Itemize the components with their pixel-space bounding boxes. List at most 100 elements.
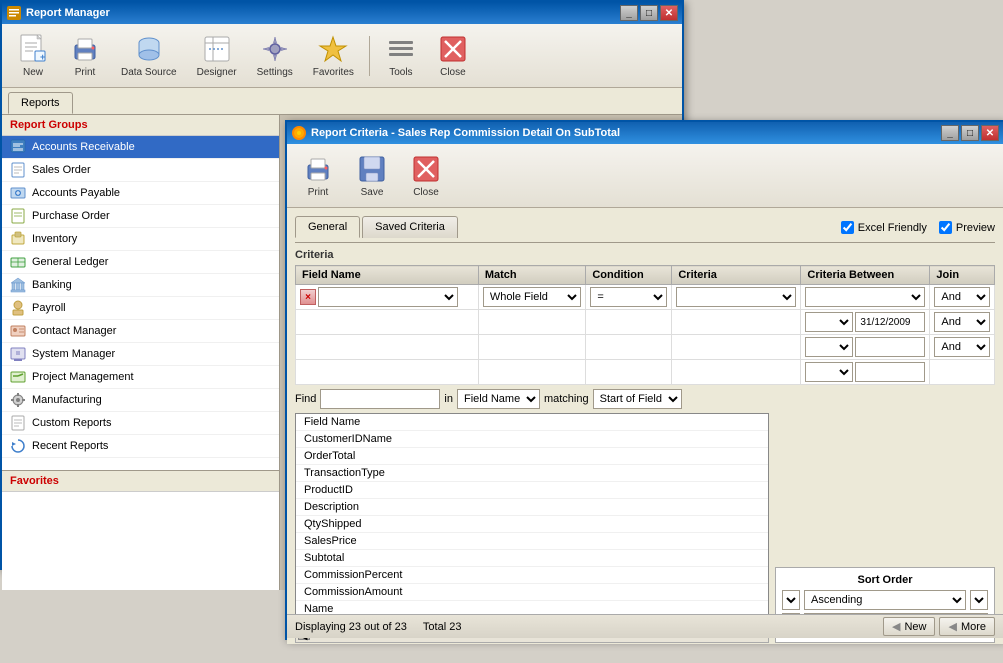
sidebar-item-ap[interactable]: Accounts Payable [2,182,279,205]
find-input[interactable] [320,389,440,409]
field-item-subtotal[interactable]: Subtotal [296,550,768,567]
sidebar-item-inv[interactable]: Inventory [2,228,279,251]
join-select-2[interactable]: And Or [934,312,990,332]
field-item-transactiontype[interactable]: TransactionType [296,465,768,482]
excel-friendly-checkbox[interactable]: Excel Friendly [841,221,927,234]
criteria-between-4[interactable] [805,362,853,382]
criteria-row-2: And Or [296,310,995,335]
sidebar-item-mfg[interactable]: Manufacturing [2,389,279,412]
sort-order-select-1-arrow[interactable]: ▼ [782,590,800,610]
criteria-maximize-button[interactable]: □ [961,125,979,141]
col-criteria-between: Criteria Between [801,266,930,285]
datasource-button[interactable]: Data Source [112,28,186,83]
sidebar-item-ar[interactable]: Accounts Receivable [2,136,279,159]
criteria-between-select[interactable] [805,287,925,307]
criteria-save-button[interactable]: Save [347,148,397,203]
row-delete-button[interactable]: × [300,289,316,305]
field-item-salesprice[interactable]: SalesPrice [296,533,768,550]
print-button[interactable]: Print [60,28,110,83]
right-panel: Sort Order ▼ Ascending Descending ▼ [775,413,995,643]
join-select[interactable]: And Or [934,287,990,307]
sidebar-item-po[interactable]: Purchase Order [2,205,279,228]
close-button[interactable]: Close [428,28,478,83]
sidebar-item-rr[interactable]: Recent Reports [2,435,279,458]
criteria-row-3: And [296,335,995,360]
sidebar-item-cr[interactable]: Custom Reports [2,412,279,435]
pm-icon [10,369,26,385]
criteria-value-select[interactable] [676,287,796,307]
tab-saved-criteria[interactable]: Saved Criteria [362,216,458,238]
criteria-toolbar: Print Save Close [287,144,1003,208]
sidebar-item-pm[interactable]: Project Management [2,366,279,389]
preview-input[interactable] [939,221,952,234]
tools-label: Tools [389,67,412,78]
field-item-fieldname[interactable]: Field Name [296,414,768,431]
sort-order-select-1[interactable]: Ascending Descending [804,590,966,610]
excel-friendly-input[interactable] [841,221,854,234]
join-select-3[interactable]: And [934,337,990,357]
criteria-save-icon [356,153,388,185]
sidebar-item-bank[interactable]: Banking [2,274,279,297]
close-label: Close [440,67,466,78]
field-item-customeridname[interactable]: CustomerIDName [296,431,768,448]
sidebar-item-pay[interactable]: Payroll [2,297,279,320]
field-item-description[interactable]: Description [296,499,768,516]
new-button[interactable]: + New [8,28,58,83]
status-more-button[interactable]: ◀ More [939,617,995,636]
sidebar-item-gl[interactable]: General Ledger [2,251,279,274]
gl-icon [10,254,26,270]
date-input-4[interactable] [855,362,925,382]
tab-bar: Reports [2,88,682,114]
condition-select[interactable]: = < > [590,287,667,307]
right-spacer [775,413,995,561]
sort-order-join-1[interactable]: ▼ [970,590,988,610]
sidebar-item-cr-label: Custom Reports [32,417,111,429]
sidebar-item-gl-label: General Ledger [32,256,108,268]
tab-general[interactable]: General [295,216,360,238]
sidebar-item-rr-label: Recent Reports [32,440,108,452]
criteria-close-btn[interactable]: Close [401,148,451,203]
criteria-controls: _ □ ✕ [941,125,999,141]
field-item-commissionamount[interactable]: CommissionAmount [296,584,768,601]
maximize-button[interactable]: □ [640,5,658,21]
datasource-label: Data Source [121,67,177,78]
date-input[interactable] [855,312,925,332]
matching-select[interactable]: Start of Field Whole Field Any Part [593,389,682,409]
settings-button[interactable]: Settings [248,28,302,83]
criteria-row-4 [296,360,995,385]
match-select[interactable]: Whole Field Any Part Start of Field End … [483,287,582,307]
in-field-select[interactable]: Field Name Criteria [457,389,540,409]
sidebar-item-cm-label: Contact Manager [32,325,116,337]
sidebar-item-sm[interactable]: System Manager [2,343,279,366]
field-item-ordertotal[interactable]: OrderTotal [296,448,768,465]
close-window-button[interactable]: ✕ [660,5,678,21]
criteria-between-2[interactable] [805,312,853,332]
criteria-minimize-button[interactable]: _ [941,125,959,141]
criteria-between-3[interactable] [805,337,853,357]
minimize-button[interactable]: _ [620,5,638,21]
favorites-button[interactable]: Favorites [304,28,363,83]
title-bar-controls: _ □ ✕ [620,5,678,21]
sidebar-item-pay-label: Payroll [32,302,66,314]
tab-reports[interactable]: Reports [8,92,73,114]
field-item-qtyshipped[interactable]: QtyShipped [296,516,768,533]
sidebar-item-cm[interactable]: Contact Manager [2,320,279,343]
field-item-commissionpercent[interactable]: CommissionPercent [296,567,768,584]
designer-button[interactable]: Designer [188,28,246,83]
sidebar-item-sm-label: System Manager [32,348,115,360]
field-name-select[interactable] [318,287,458,307]
criteria-close-button[interactable]: ✕ [981,125,999,141]
tools-button[interactable]: Tools [376,28,426,83]
sidebar-item-so[interactable]: Sales Order [2,159,279,182]
report-manager-title: Report Manager [26,7,620,19]
date-input-3[interactable] [855,337,925,357]
field-dropdown: Field Name CustomerIDName OrderTotal Tra… [295,413,769,623]
preview-checkbox[interactable]: Preview [939,221,995,234]
field-item-productid[interactable]: ProductID [296,482,768,499]
cr-icon [10,415,26,431]
sidebar-item-ap-label: Accounts Payable [32,187,120,199]
criteria-row-1: × Whole Field Any Part Start of Field [296,285,995,310]
status-new-button[interactable]: ◀ New [883,617,935,636]
preview-label: Preview [956,222,995,234]
criteria-print-button[interactable]: Print [293,148,343,203]
